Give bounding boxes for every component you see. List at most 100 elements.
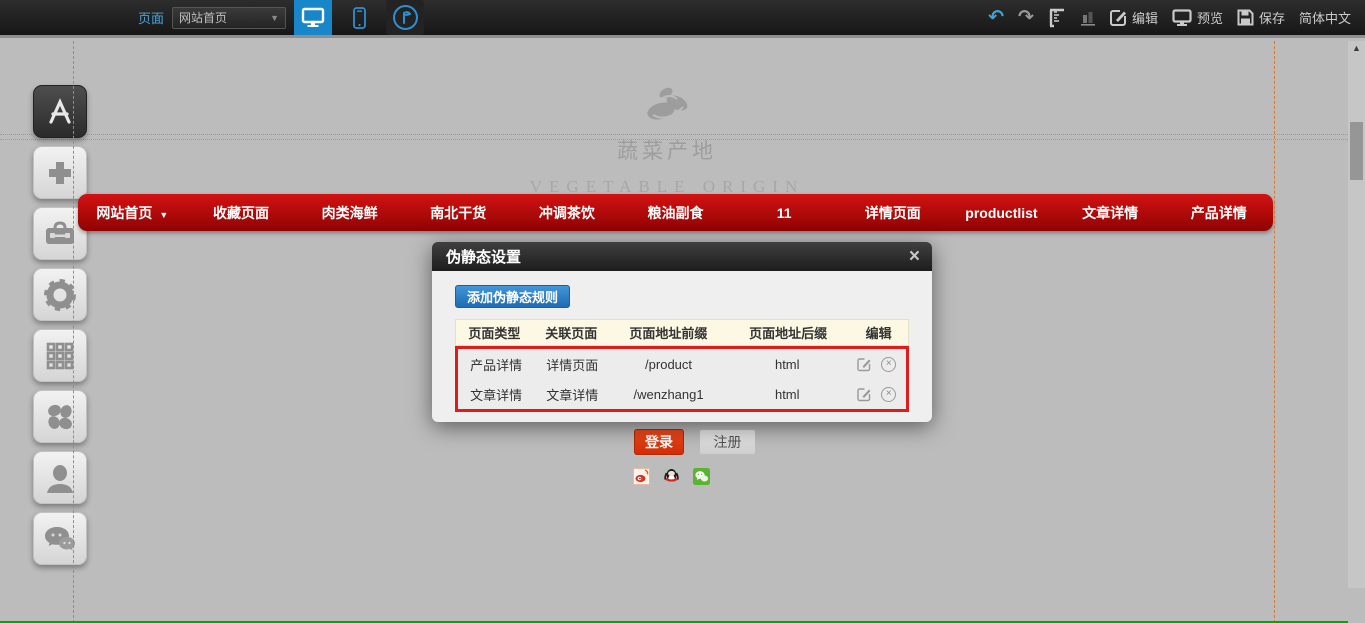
language-label: 简体中文 <box>1299 8 1351 27</box>
wechat-icon[interactable] <box>693 468 710 485</box>
dialog-header[interactable]: 伪静态设置 × <box>432 242 932 271</box>
sidebar-item-plugins[interactable] <box>33 390 87 443</box>
highlighted-rows-area: 产品详情 详情页面 /product html × 文章详情 <box>455 346 909 412</box>
plus-icon <box>45 158 75 188</box>
qq-icon[interactable] <box>663 468 680 485</box>
table-row: 产品详情 详情页面 /product html × <box>458 349 906 379</box>
cell-url-suffix: html <box>727 387 848 402</box>
rules-table: 页面类型 关联页面 页面地址前缀 页面地址后缀 编辑 产品详情 详情页面 /pr… <box>455 319 909 412</box>
site-logo[interactable]: 蔬菜产地 VEGETABLE ORIGIN <box>467 81 867 197</box>
edit-row-icon[interactable] <box>857 357 872 372</box>
grid-icon <box>45 341 75 371</box>
page-select-value: 网站首页 <box>179 9 227 26</box>
dialog-title: 伪静态设置 <box>446 246 521 267</box>
scroll-up-arrow[interactable]: ▲ <box>1348 43 1365 53</box>
desktop-view-button[interactable] <box>294 0 332 35</box>
column-header: 页面地址后缀 <box>727 323 849 342</box>
nav-item-home[interactable]: 网站首页 ▼ <box>78 203 187 223</box>
toolbox-icon <box>44 220 76 248</box>
login-button[interactable]: 登录 <box>634 429 684 455</box>
person-icon <box>44 463 76 493</box>
ruler-button[interactable] <box>1048 8 1066 28</box>
nav-item[interactable]: 粮油副食 <box>621 203 730 223</box>
nav-item[interactable]: 肉类海鲜 <box>295 203 404 223</box>
site-title: 蔬菜产地 <box>467 135 867 165</box>
edit-button[interactable]: 编辑 <box>1110 8 1158 27</box>
music-settings-button[interactable] <box>386 0 424 35</box>
main-nav: 网站首页 ▼ 收藏页面 肉类海鲜 南北干货 冲调茶饮 粮油副食 11 详情页面 p… <box>78 194 1273 231</box>
nav-item-label: 收藏页面 <box>213 205 269 221</box>
nav-item-label: 粮油副食 <box>648 205 704 221</box>
nav-item-label: productlist <box>965 205 1037 221</box>
nav-item[interactable]: 11 <box>730 205 839 221</box>
register-label: 注册 <box>714 432 742 452</box>
sidebar-item-member[interactable] <box>33 451 87 504</box>
cell-page-type: 文章详情 <box>458 385 534 404</box>
page-label: 页面 <box>138 8 164 27</box>
table-header-row: 页面类型 关联页面 页面地址前缀 页面地址后缀 编辑 <box>455 319 909 346</box>
add-rule-label: 添加伪静态规则 <box>467 287 558 306</box>
delete-row-icon[interactable]: × <box>881 387 896 402</box>
page-select[interactable]: 网站首页 ▼ <box>172 7 286 29</box>
register-button[interactable]: 注册 <box>699 429 756 455</box>
add-rule-button[interactable]: 添加伪静态规则 <box>455 285 570 308</box>
cell-url-suffix: html <box>727 357 848 372</box>
editor-canvas: 蔬菜产地 VEGETABLE ORIGIN 网站首页 ▼ 收藏页面 肉类海鲜 南北… <box>0 41 1365 623</box>
left-guide-line <box>73 41 74 623</box>
nav-item-label: 肉类海鲜 <box>322 205 378 221</box>
chevron-down-icon: ▼ <box>159 210 168 220</box>
right-guide-line <box>1274 41 1275 623</box>
app-design-icon <box>45 98 75 126</box>
language-switcher[interactable]: 简体中文 <box>1299 8 1351 27</box>
save-button[interactable]: 保存 <box>1237 8 1285 27</box>
vertical-scrollbar[interactable]: ▲ <box>1348 41 1365 588</box>
nav-item-label: 详情页面 <box>865 205 921 221</box>
nav-item-label: 11 <box>777 205 792 221</box>
close-icon[interactable]: × <box>909 247 920 266</box>
cell-linked-page: 文章详情 <box>534 385 610 404</box>
nav-item-label: 冲调茶饮 <box>539 205 595 221</box>
sidebar-item-add-module[interactable] <box>33 146 87 199</box>
cell-page-type: 产品详情 <box>458 355 534 374</box>
login-label: 登录 <box>645 432 673 452</box>
nav-item[interactable]: 收藏页面 <box>187 203 296 223</box>
sidebar-item-modules[interactable] <box>33 329 87 382</box>
pseudo-static-dialog: 伪静态设置 × 添加伪静态规则 页面类型 关联页面 页面地址前缀 页面地址后缀 … <box>432 242 932 422</box>
clover-icon <box>45 402 75 432</box>
scrollbar-thumb[interactable] <box>1350 122 1363 180</box>
cell-url-prefix: /product <box>610 357 726 372</box>
vegetable-logo-icon <box>467 81 867 127</box>
edit-label: 编辑 <box>1132 8 1158 27</box>
chevron-down-icon: ▼ <box>270 13 279 23</box>
mobile-view-button[interactable] <box>340 0 378 35</box>
cell-url-prefix: /wenzhang1 <box>610 387 726 402</box>
cell-linked-page: 详情页面 <box>534 355 610 374</box>
column-header: 编辑 <box>849 323 908 342</box>
chat-bubbles-icon <box>43 525 77 553</box>
edit-row-icon[interactable] <box>857 387 872 402</box>
column-header: 页面地址前缀 <box>610 323 728 342</box>
nav-item-label: 产品详情 <box>1191 205 1247 221</box>
gear-icon <box>43 278 77 312</box>
nav-item[interactable]: 冲调茶饮 <box>513 203 622 223</box>
dialog-body: 添加伪静态规则 页面类型 关联页面 页面地址前缀 页面地址后缀 编辑 产品详情 … <box>432 271 932 422</box>
nav-item[interactable]: 南北干货 <box>404 203 513 223</box>
nav-item[interactable]: productlist <box>947 205 1056 221</box>
nav-item-label: 网站首页 <box>96 205 152 221</box>
sidebar-item-wechat[interactable] <box>33 512 87 565</box>
stats-chart-button[interactable] <box>1080 9 1096 27</box>
edit-pencil-icon <box>1110 9 1127 26</box>
column-header: 关联页面 <box>533 323 610 342</box>
sidebar-item-design-apps[interactable] <box>33 85 87 138</box>
nav-item[interactable]: 文章详情 <box>1056 203 1165 223</box>
preview-button[interactable]: 预览 <box>1172 8 1223 27</box>
undo-button[interactable]: ↶ <box>988 6 1004 29</box>
preview-label: 预览 <box>1197 8 1223 27</box>
weibo-icon[interactable] <box>633 468 650 485</box>
nav-item[interactable]: 详情页面 <box>838 203 947 223</box>
sidebar-item-settings[interactable] <box>33 268 87 321</box>
delete-row-icon[interactable]: × <box>881 357 896 372</box>
nav-item[interactable]: 产品详情 <box>1164 203 1273 223</box>
redo-button[interactable]: ↷ <box>1018 6 1034 29</box>
nav-item-label: 文章详情 <box>1082 205 1138 221</box>
